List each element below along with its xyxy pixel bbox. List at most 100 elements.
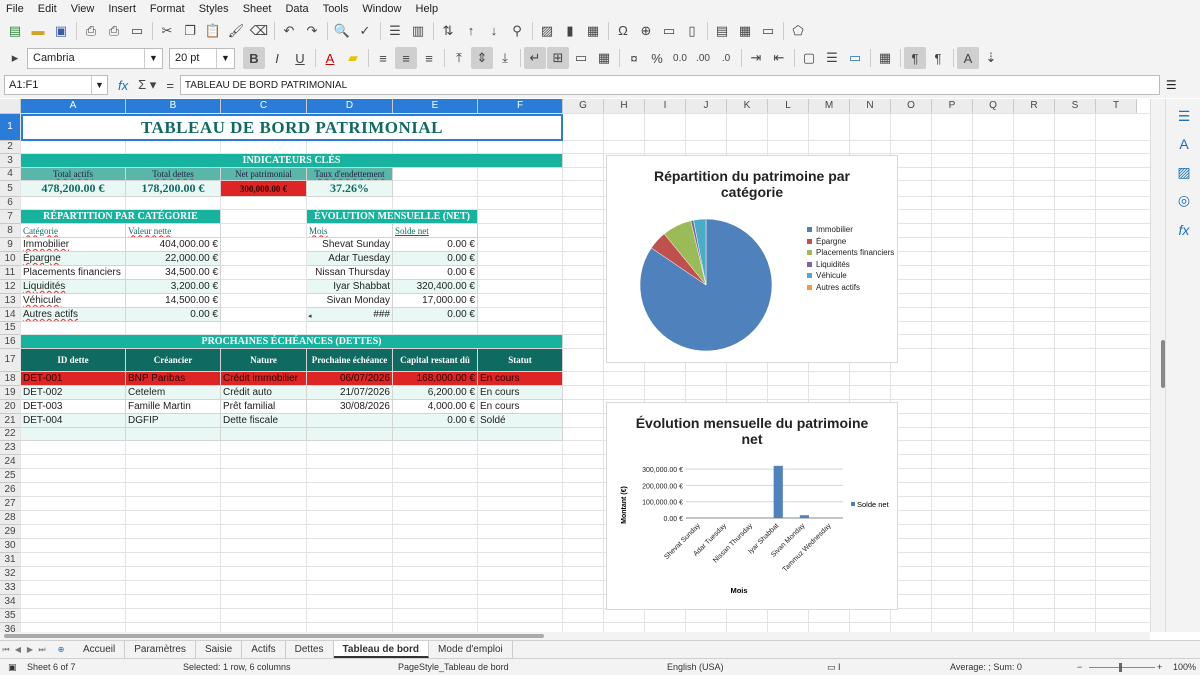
evolution-balance[interactable]: 0.00 € (393, 252, 478, 266)
echeances-cell[interactable]: 6,200.00 € (393, 386, 478, 400)
echeances-cell[interactable]: DET-004 (21, 414, 126, 428)
menu-edit[interactable]: Edit (38, 3, 57, 15)
echeances-cell[interactable]: 4,000.00 € (393, 400, 478, 414)
merge-center-icon[interactable]: ⊞ (547, 47, 569, 69)
column-header[interactable]: R (1014, 99, 1055, 114)
row-header[interactable]: 11 (0, 266, 21, 280)
formula-input[interactable]: TABLEAU DE BORD PATRIMONIAL (179, 75, 1160, 95)
repartition-value[interactable]: 3,200.00 € (126, 280, 221, 294)
row-header[interactable]: 24 (0, 455, 21, 469)
evolution-balance[interactable]: 320,400.00 € (393, 280, 478, 294)
next-sheet-icon[interactable]: ▶ (24, 645, 36, 654)
align-center-icon[interactable]: ≡ (395, 47, 417, 69)
row-header[interactable]: 16 (0, 335, 21, 349)
column-header[interactable]: M (809, 99, 850, 114)
split-window-icon[interactable]: ▭ (757, 20, 779, 42)
echeances-cell[interactable]: Dette fiscale (221, 414, 307, 428)
repartition-value[interactable]: 22,000.00 € (126, 252, 221, 266)
row-header[interactable]: 19 (0, 386, 21, 400)
align-right-icon[interactable]: ≡ (418, 47, 440, 69)
wrap-text-icon[interactable]: ↵ (524, 47, 546, 69)
echeances-cell[interactable]: Cetelem (126, 386, 221, 400)
empty-cell[interactable] (478, 428, 563, 441)
kpi-value[interactable]: 478,200.00 € (21, 181, 126, 197)
row-header[interactable]: 15 (0, 322, 21, 335)
add-decimal-icon[interactable]: .00 (692, 47, 714, 69)
hyperlink-icon[interactable]: ⊕ (635, 20, 657, 42)
echeances-cell[interactable]: DET-002 (21, 386, 126, 400)
row-header[interactable]: 34 (0, 595, 21, 609)
column-header[interactable]: T (1096, 99, 1137, 114)
column-header[interactable]: A (21, 99, 126, 114)
row-header[interactable]: 30 (0, 539, 21, 553)
vertical-scrollbar[interactable] (1150, 99, 1165, 632)
gallery-icon[interactable]: ▨ (1175, 163, 1193, 181)
italic-button[interactable]: I (266, 47, 288, 69)
export-pdf-icon[interactable]: ⎙ (80, 20, 102, 42)
echeances-cell[interactable]: DGFIP (126, 414, 221, 428)
save-icon[interactable]: ▣ (50, 20, 72, 42)
find-replace-icon[interactable]: 🔍 (331, 20, 353, 42)
row-header[interactable]: 5 (0, 181, 21, 197)
column-header[interactable]: O (891, 99, 932, 114)
text-direction-ltr-icon[interactable]: ¶ (904, 47, 926, 69)
spreadsheet-grid[interactable]: ABCDEFGHIJKLMNOPQRST 1 2 3 4 5 6 7 8 9 10 11 12 13 14… (0, 99, 1150, 632)
column-header[interactable]: J (686, 99, 727, 114)
select-all-corner[interactable] (0, 99, 21, 114)
column-header[interactable]: Q (973, 99, 1014, 114)
echeances-cell[interactable]: BNP Paribas (126, 372, 221, 386)
repartition-category[interactable]: Véhicule (21, 294, 126, 308)
menu-insert[interactable]: Insert (108, 3, 136, 15)
text-direction-rtl-icon[interactable]: ¶ (927, 47, 949, 69)
echeances-cell[interactable]: En cours (478, 386, 563, 400)
merge-cells-icon[interactable]: ▭ (570, 47, 592, 69)
align-middle-icon[interactable]: ⇕ (471, 47, 493, 69)
empty-cell[interactable] (221, 428, 307, 441)
sheet-tab[interactable]: Accueil (74, 641, 126, 658)
row-header[interactable]: 7 (0, 210, 21, 224)
echeances-cell[interactable] (307, 414, 393, 428)
dashboard-title[interactable]: TABLEAU DE BORD PATRIMONIAL (21, 114, 563, 141)
repartition-value[interactable]: 404,000.00 € (126, 238, 221, 252)
function-wizard-icon[interactable]: fx (118, 78, 128, 93)
first-sheet-icon[interactable]: ⏮ (0, 645, 12, 655)
row-header[interactable]: 8 (0, 224, 21, 238)
row-header[interactable]: 28 (0, 511, 21, 525)
sort-icon[interactable]: ⇅ (437, 20, 459, 42)
echeances-cell[interactable]: DET-003 (21, 400, 126, 414)
spelling-icon[interactable]: ✓ (354, 20, 376, 42)
echeances-cell[interactable]: 30/08/2026 (307, 400, 393, 414)
comment-icon[interactable]: ▭ (658, 20, 680, 42)
undo-icon[interactable]: ↶ (278, 20, 300, 42)
print-icon[interactable]: ⎙ (103, 20, 125, 42)
sort-descending-icon[interactable]: ↓ (483, 20, 505, 42)
prev-sheet-icon[interactable]: ◀ (12, 645, 24, 654)
echeances-cell[interactable]: DET-001 (21, 372, 126, 386)
chevron-down-icon[interactable]: ▼ (144, 48, 162, 68)
column-header[interactable]: S (1055, 99, 1096, 114)
menu-help[interactable]: Help (416, 3, 439, 15)
menu-styles[interactable]: Styles (199, 3, 229, 15)
insert-image-icon[interactable]: ▨ (536, 20, 558, 42)
repartition-category[interactable]: Placements financiers (21, 266, 126, 280)
row-header[interactable]: 29 (0, 525, 21, 539)
name-box[interactable]: A1:F1 ▼ (4, 75, 108, 95)
repartition-category[interactable]: Immobilier (21, 238, 126, 252)
border-style-icon[interactable]: ☰ (821, 47, 843, 69)
define-print-area-icon[interactable]: ▤ (711, 20, 733, 42)
row-header[interactable]: 14 (0, 308, 21, 322)
column-icon[interactable]: ▥ (407, 20, 429, 42)
empty-cell[interactable] (126, 428, 221, 441)
echeances-cell[interactable]: 0.00 € (393, 414, 478, 428)
menu-data[interactable]: Data (285, 3, 308, 15)
menu-format[interactable]: Format (150, 3, 185, 15)
border-color-icon[interactable]: ▭ (844, 47, 866, 69)
sheet-tab[interactable]: Actifs (242, 641, 286, 658)
chevron-down-icon[interactable]: ▼ (91, 76, 107, 94)
align-left-icon[interactable]: ≡ (372, 47, 394, 69)
row-header[interactable]: 4 (0, 168, 21, 181)
zoom-thumb[interactable] (1119, 663, 1122, 672)
chevron-down-icon[interactable]: ▼ (216, 48, 234, 68)
column-header[interactable]: F (478, 99, 563, 114)
kpi-value[interactable]: 37.26% (307, 181, 393, 197)
